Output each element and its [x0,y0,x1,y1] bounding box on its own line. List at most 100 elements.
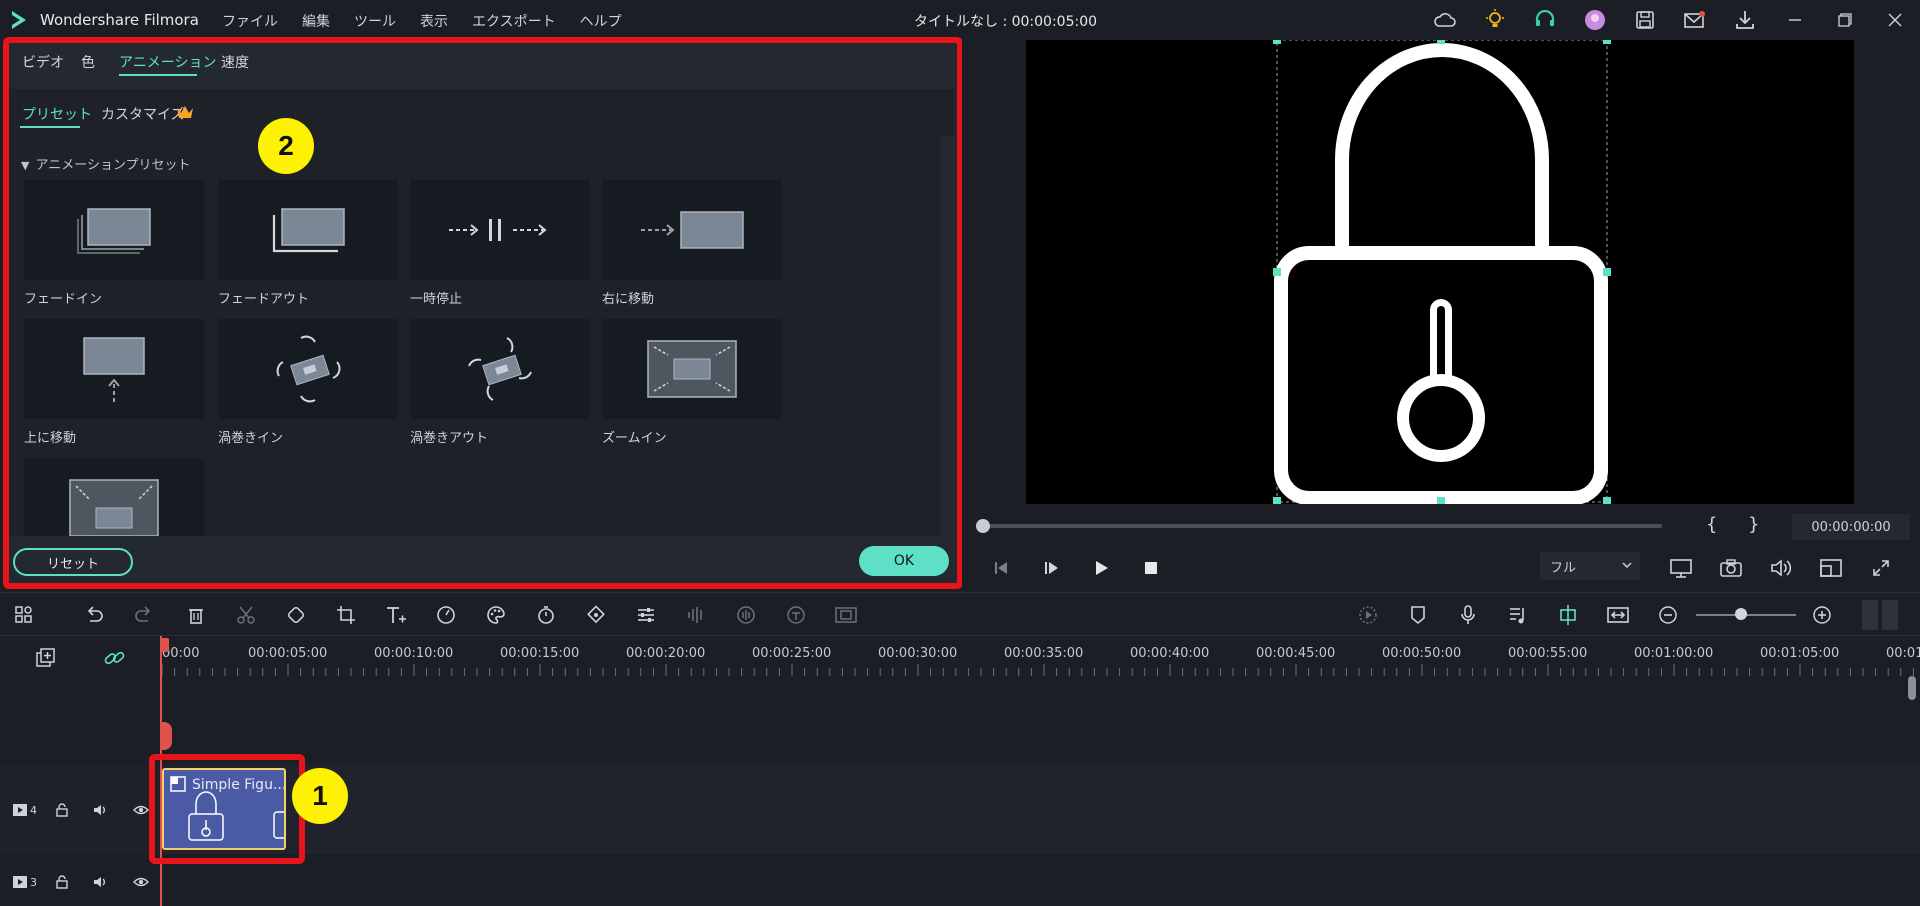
play-icon[interactable] [1086,553,1116,583]
timeline-scrollbar[interactable] [1908,676,1916,700]
crop-icon[interactable] [334,603,358,627]
fade-out-thumbnail [218,180,398,280]
mail-icon[interactable] [1670,0,1720,40]
preset-zoom-in[interactable]: ズームイン [602,319,782,446]
display-settings-icon[interactable] [1666,553,1696,583]
eye-icon[interactable] [133,876,149,888]
preset-move-right[interactable]: 右に移動 [602,180,782,307]
previous-frame-icon[interactable] [986,553,1016,583]
empty-track[interactable] [160,678,1920,746]
zoom-in-icon[interactable] [1810,603,1834,627]
adjust-icon[interactable] [634,603,658,627]
section-toggle[interactable]: ▼ アニメーションプリセット [21,154,191,173]
render-preview-icon[interactable] [1356,603,1380,627]
audio-mixer-icon[interactable] [1506,603,1530,627]
speed-icon[interactable] [434,603,458,627]
snap-icon[interactable] [1556,603,1580,627]
speaker-icon[interactable] [93,803,109,817]
timeline-header-tools [0,636,160,678]
playhead-marker[interactable] [160,722,172,750]
save-icon[interactable] [1620,0,1670,40]
mark-in-button[interactable]: { [1706,514,1717,535]
cut-icon[interactable] [234,603,258,627]
video-track-4[interactable] [160,764,1920,854]
zoom-slider-handle[interactable] [1735,608,1747,620]
playback-scrubber[interactable] [976,519,1662,533]
menu-file[interactable]: ファイル [222,11,278,31]
speaker-icon[interactable] [93,875,109,889]
playhead-handle[interactable] [160,638,169,652]
preset-label: 上に移動 [24,431,77,446]
menu-edit[interactable]: 編集 [302,11,330,31]
menu-view[interactable]: 表示 [420,11,448,31]
timer-icon[interactable] [534,603,558,627]
menu-help[interactable]: ヘルプ [580,11,622,31]
menu-tools[interactable]: ツール [354,11,396,31]
video-strip-icon[interactable] [834,603,858,627]
tag-icon[interactable] [284,603,308,627]
preset-pause[interactable]: 一時停止 [410,180,590,307]
tab-video[interactable]: ビデオ [22,52,64,72]
preview-area: { } 00:00:00:00 フル [962,36,1920,586]
scrubber-handle[interactable] [976,519,990,533]
preset-fade-out[interactable]: フェードアウト [218,180,398,307]
avatar[interactable] [1570,0,1620,40]
preset-move-up[interactable]: 上に移動 [24,319,204,446]
color-palette-icon[interactable] [484,603,508,627]
minimize-button[interactable] [1770,0,1820,40]
audio-detach-icon[interactable] [734,603,758,627]
video-track-icon [13,804,27,816]
delete-icon[interactable] [184,603,208,627]
fit-timeline-icon[interactable] [1606,603,1630,627]
video-clip[interactable]: Simple Figu... [162,768,286,850]
camera-snapshot-icon[interactable] [1716,553,1746,583]
link-icon[interactable] [104,648,126,668]
close-button[interactable] [1870,0,1920,40]
subtab-preset[interactable]: プリセット [22,104,92,124]
eye-icon[interactable] [133,804,149,816]
add-track-icon[interactable] [36,648,56,668]
tab-color[interactable]: 色 [81,52,95,72]
tab-animation[interactable]: アニメーション [119,52,216,72]
undo-icon[interactable] [82,603,106,627]
ok-button[interactable]: OK [859,546,949,576]
subtab-customize[interactable]: カスタマイズ [101,104,185,124]
preset-swirl-out[interactable]: 渦巻きアウト [410,319,590,446]
download-icon[interactable] [1720,0,1770,40]
cloud-icon[interactable] [1420,0,1470,40]
pip-icon[interactable] [1816,553,1846,583]
preview-quality-select[interactable]: フル [1540,552,1640,580]
redo-icon[interactable] [132,603,156,627]
preset-swirl-in[interactable]: 渦巻きイン [218,319,398,446]
lock-icon[interactable] [55,875,69,889]
volume-icon[interactable] [1766,553,1796,583]
timeline: 00:00 00:00:05:00 00:00:10:00 00:00:15:0… [0,636,1920,906]
track-layout-icon[interactable] [1862,600,1898,630]
lightbulb-icon[interactable] [1470,0,1520,40]
stop-icon[interactable] [1136,553,1166,583]
menu-export[interactable]: エクスポート [472,11,556,31]
lock-icon[interactable] [55,803,69,817]
time-ruler[interactable]: 00:00 00:00:05:00 00:00:10:00 00:00:15:0… [160,636,1920,678]
keyframe-icon[interactable] [584,603,608,627]
restore-button[interactable] [1820,0,1870,40]
layout-icon[interactable] [12,603,36,627]
reset-button[interactable]: リセット [13,548,133,576]
playhead[interactable] [160,636,162,906]
microphone-icon[interactable] [1456,603,1480,627]
video-track-3[interactable] [160,864,1920,906]
audio-wave-icon[interactable] [684,603,708,627]
menu-bar: ファイル 編集 ツール 表示 エクスポート ヘルプ [222,11,646,31]
support-headset-icon[interactable] [1520,0,1570,40]
mark-out-button[interactable]: } [1748,514,1759,535]
marker-icon[interactable] [1406,603,1430,627]
fullscreen-icon[interactable] [1866,553,1896,583]
padlock-figure [1273,36,1611,505]
text-icon[interactable] [384,603,408,627]
preset-fade-in[interactable]: フェードイン [24,180,204,307]
next-frame-icon[interactable] [1036,553,1066,583]
zoom-out-icon[interactable] [1656,603,1680,627]
speech-to-text-icon[interactable] [784,603,808,627]
tick-label: 00:00:40:00 [1130,646,1210,661]
tab-speed[interactable]: 速度 [221,52,249,72]
